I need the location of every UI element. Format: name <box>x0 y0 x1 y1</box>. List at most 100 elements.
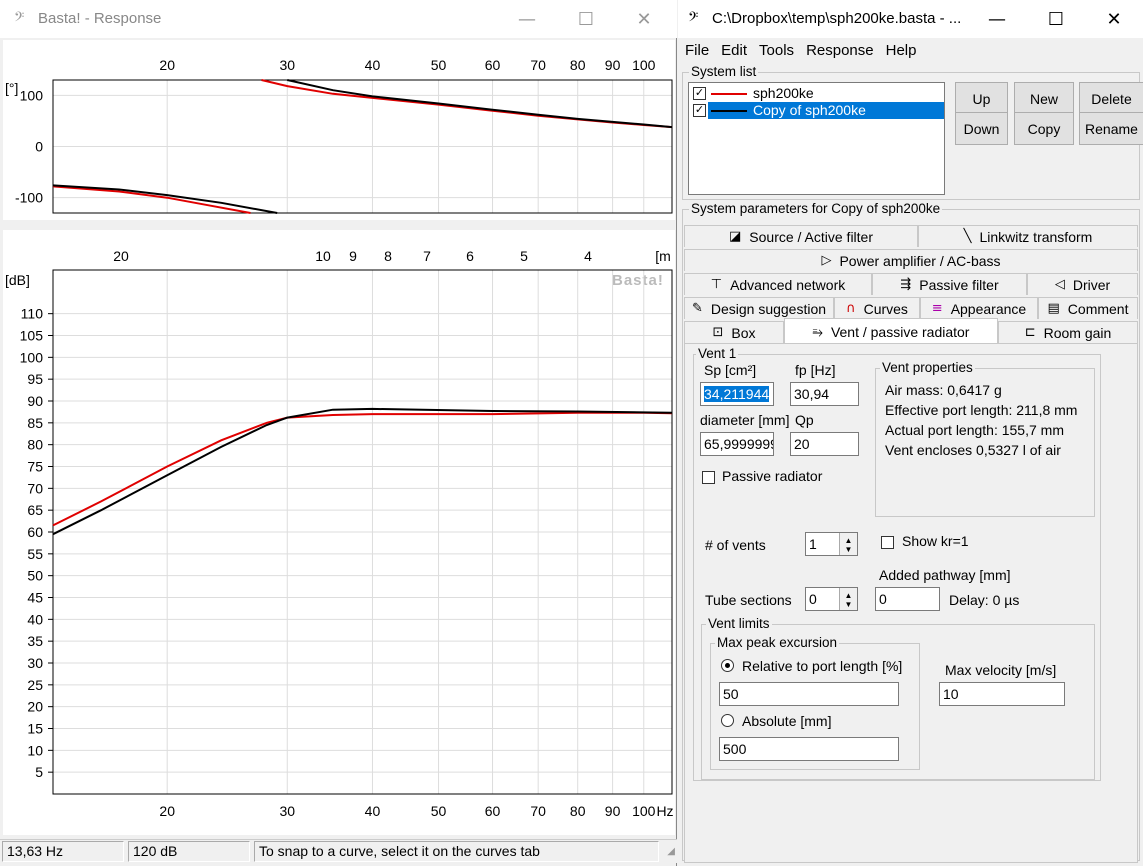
x-tick-label: 70 <box>530 803 546 819</box>
system-checkbox[interactable]: ✓ <box>693 87 706 100</box>
tab-advanced-network[interactable]: ⊤ Advanced network <box>684 273 872 295</box>
rename-button[interactable]: Rename <box>1079 112 1143 145</box>
diameter-label: diameter [mm] <box>700 412 790 428</box>
delete-button[interactable]: Delete <box>1079 82 1143 115</box>
x-tick-label: 50 <box>431 803 447 819</box>
x-tick-label: 90 <box>605 803 621 819</box>
list-item[interactable]: ✓ Copy of sph200ke <box>691 102 944 119</box>
tab-room-gain[interactable]: ⊏ Room gain <box>998 321 1138 343</box>
x-tick-label: 80 <box>570 803 586 819</box>
y-tick-label: 45 <box>27 590 43 606</box>
tab-vent[interactable]: ⥱ Vent / passive radiator <box>784 318 998 345</box>
show-kr-checkbox[interactable] <box>881 536 894 549</box>
passive-filter-icon: ⇶ <box>900 277 912 292</box>
spl-plot[interactable]: [dB] Basta! 20 30 40 50 60 70 80 90 100 Hz 20 10 9 8 7… <box>3 230 675 835</box>
tab-power-amplifier[interactable]: ▷ Power amplifier / AC-bass <box>684 249 1138 271</box>
max-velocity-input[interactable]: 10 <box>939 682 1065 706</box>
tube-sections-stepper[interactable]: 0 ▲ ▼ <box>805 587 858 611</box>
response-titlebar: 𝄢 Basta! - Response — ☐ ✕ <box>0 0 677 38</box>
tab-comment[interactable]: ▤ Comment <box>1038 297 1138 319</box>
app-logo-icon: 𝄢 <box>688 9 699 28</box>
tab-appearance[interactable]: ≡ Appearance <box>920 297 1038 319</box>
y-tick-label: 10 <box>27 742 43 758</box>
window-title: C:\Dropbox\temp\sph200ke.basta - ... <box>712 10 962 27</box>
max-velocity-label: Max velocity [m/s] <box>945 662 1057 678</box>
tab-linkwitz[interactable]: ╲ Linkwitz transform <box>918 225 1138 247</box>
spin-arrows-icon[interactable]: ▲ ▼ <box>839 533 857 555</box>
relative-input[interactable]: 50 <box>719 682 899 706</box>
wavelength-tick-label: [m <box>655 248 671 264</box>
y-tick-label: 55 <box>27 546 43 562</box>
status-level: 120 dB <box>128 841 250 862</box>
app-logo-icon: 𝄢 <box>14 9 25 28</box>
passive-radiator-label: Passive radiator <box>722 468 823 484</box>
tab-passive-filter[interactable]: ⇶ Passive filter <box>872 273 1027 295</box>
y-tick-label: 105 <box>20 328 44 344</box>
vents-label: # of vents <box>705 537 766 553</box>
passive-radiator-checkbox[interactable] <box>702 471 715 484</box>
menu-help[interactable]: Help <box>886 42 917 62</box>
window-title: Basta! - Response <box>38 10 162 27</box>
menu-file[interactable]: File <box>685 42 709 62</box>
menu-response[interactable]: Response <box>806 42 874 62</box>
x-tick-label: 90 <box>605 57 621 73</box>
sp-input[interactable]: 34,211944 <box>700 382 774 406</box>
curve-color-swatch <box>711 93 747 95</box>
minimize-button[interactable]: — <box>974 0 1020 38</box>
absolute-label: Absolute [mm] <box>742 713 832 729</box>
diameter-input[interactable]: 65,9999999 <box>700 432 774 456</box>
wavelength-tick-label: 8 <box>384 248 392 264</box>
added-pathway-input[interactable]: 0 <box>875 587 940 611</box>
system-checkbox[interactable]: ✓ <box>693 104 706 117</box>
vents-stepper[interactable]: 1 ▲ ▼ <box>805 532 858 556</box>
new-button[interactable]: New <box>1014 82 1074 115</box>
tab-driver[interactable]: ◁ Driver <box>1027 273 1138 295</box>
y-tick-label: -100 <box>15 190 43 206</box>
status-hint: To snap to a curve, select it on the cur… <box>254 841 659 862</box>
menu-edit[interactable]: Edit <box>721 42 747 62</box>
resize-grip-icon[interactable]: ◢ <box>667 846 675 857</box>
up-button[interactable]: Up <box>955 82 1008 115</box>
down-button[interactable]: Down <box>955 112 1008 145</box>
response-window: 𝄢 Basta! - Response — ☐ ✕ [°] 20 30 40 50 60… <box>0 0 677 866</box>
minimize-button[interactable]: — <box>504 0 550 38</box>
close-button[interactable]: ✕ <box>621 0 667 38</box>
x-tick-label: 60 <box>485 57 501 73</box>
relative-label: Relative to port length [%] <box>742 658 903 674</box>
x-tick-label: 60 <box>485 803 501 819</box>
y-tick-label: 15 <box>27 721 43 737</box>
system-list[interactable]: ✓ sph200ke ✓ Copy of sph200ke <box>688 82 945 195</box>
wavelength-tick-label: 10 <box>315 248 331 264</box>
maximize-button[interactable]: ☐ <box>563 0 609 38</box>
absolute-input[interactable]: 500 <box>719 737 899 761</box>
system-list-group: System list ✓ sph200ke ✓ Copy of sph200k… <box>682 64 1143 200</box>
air-mass: Air mass: 0,6417 g <box>885 382 1002 398</box>
absolute-radio[interactable] <box>721 714 734 727</box>
curve-color-swatch <box>711 110 747 112</box>
phase-series-line <box>287 79 673 129</box>
tab-curves[interactable]: ∩ Curves <box>834 297 920 319</box>
relative-radio[interactable] <box>721 659 734 672</box>
menu-tools[interactable]: Tools <box>759 42 794 62</box>
tab-design-suggestion[interactable]: ✎ Design suggestion <box>684 297 834 319</box>
y-tick-label: 85 <box>27 415 43 431</box>
maximize-button[interactable]: ☐ <box>1033 0 1079 38</box>
qp-input[interactable]: 20 <box>790 432 859 456</box>
x-tick-label: 40 <box>365 57 381 73</box>
y-tick-label: 25 <box>27 677 43 693</box>
close-button[interactable]: ✕ <box>1091 0 1137 38</box>
tab-source[interactable]: ◪ Source / Active filter <box>684 225 918 247</box>
vent-group-label: Vent 1 <box>696 346 739 361</box>
x-tick-label: 50 <box>431 57 447 73</box>
list-item[interactable]: ✓ sph200ke <box>691 85 942 102</box>
tab-box[interactable]: ⊡ Box <box>684 321 784 343</box>
spl-chart: 20 30 40 50 60 70 80 90 100 Hz20 10 9 8 7 6 5 4 [m1101051… <box>20 248 674 819</box>
wavelength-tick-label: 6 <box>466 248 474 264</box>
system-name: Copy of sph200ke <box>753 102 866 118</box>
x-tick-label: 20 <box>159 803 175 819</box>
phase-plot[interactable]: [°] 20 30 40 50 60 70 80 90 100 100 0 -100 <box>3 40 675 220</box>
fp-input[interactable]: 30,94 <box>790 382 859 406</box>
x-tick-label: 70 <box>530 57 546 73</box>
spin-arrows-icon[interactable]: ▲ ▼ <box>839 588 857 610</box>
copy-button[interactable]: Copy <box>1014 112 1074 145</box>
